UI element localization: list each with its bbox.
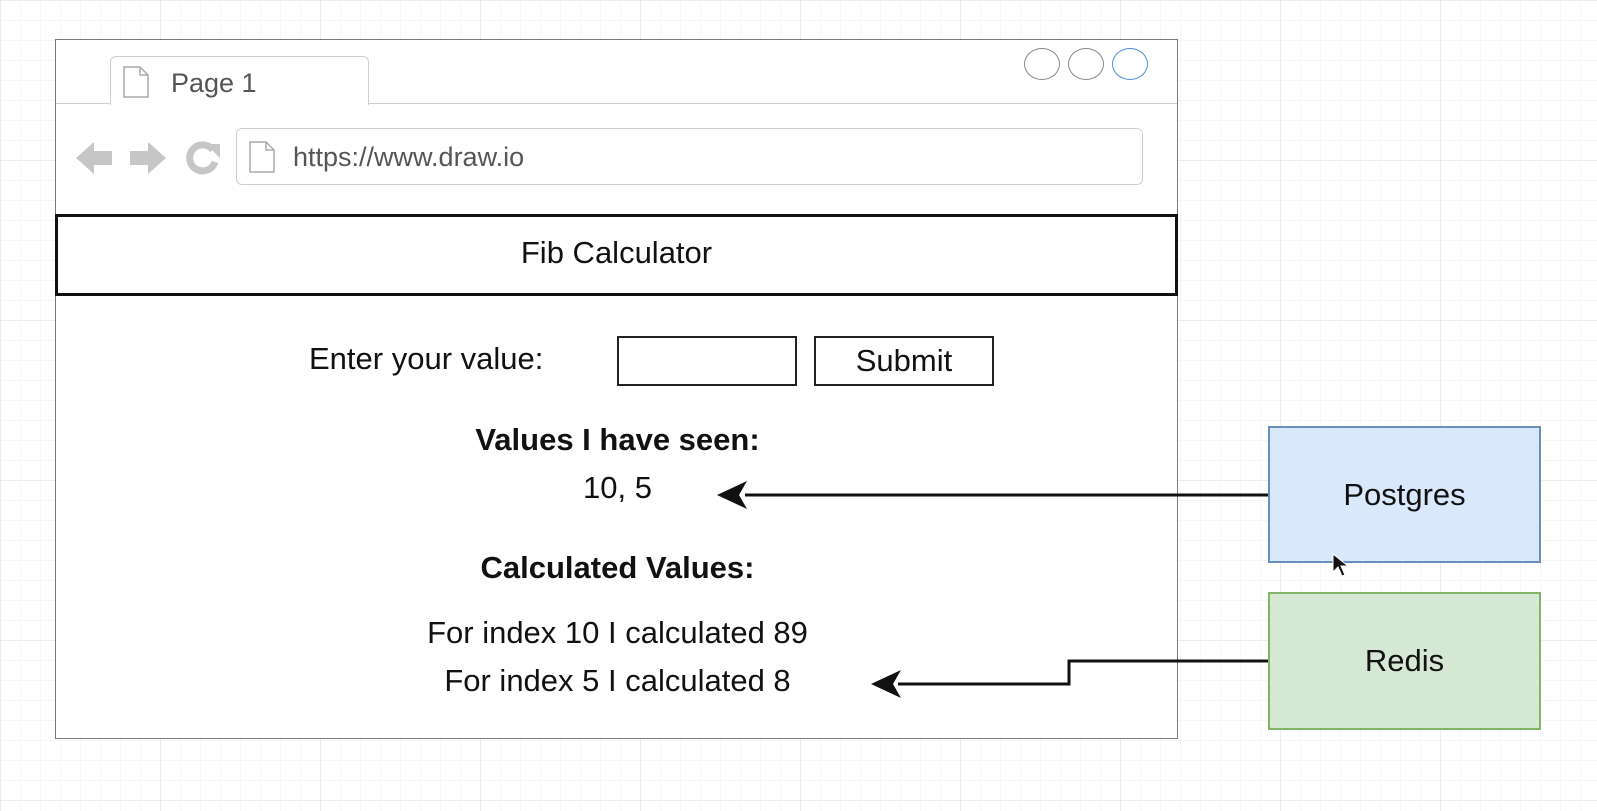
redis-box[interactable]: Redis [1268, 592, 1541, 730]
postgres-box[interactable]: Postgres [1268, 426, 1541, 563]
arrowhead [717, 481, 747, 509]
mouse-cursor-icon [1332, 553, 1350, 577]
redis-to-calculated-connector [898, 659, 1268, 686]
arrowhead [871, 670, 901, 698]
